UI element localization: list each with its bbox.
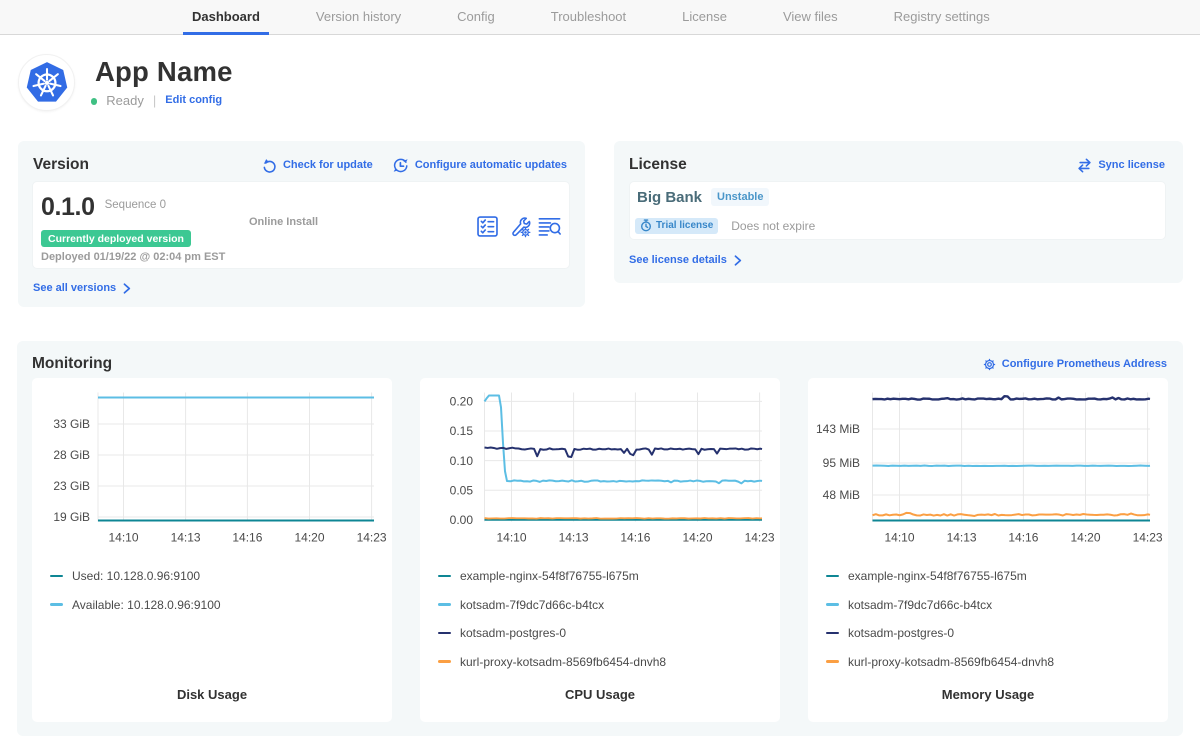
svg-text:14:13: 14:13 (171, 531, 201, 545)
svg-text:14:10: 14:10 (108, 531, 138, 545)
svg-text:143 MiB: 143 MiB (816, 422, 860, 436)
svg-text:14:20: 14:20 (1070, 531, 1100, 545)
svg-text:14:13: 14:13 (559, 531, 589, 545)
svg-text:19 GiB: 19 GiB (53, 510, 90, 524)
svg-text:33 GiB: 33 GiB (53, 417, 90, 431)
svg-text:14:16: 14:16 (620, 531, 650, 545)
svg-text:28 GiB: 28 GiB (53, 448, 90, 462)
svg-text:0.10: 0.10 (450, 454, 474, 468)
svg-text:0.20: 0.20 (450, 395, 474, 409)
svg-text:14:16: 14:16 (232, 531, 262, 545)
svg-text:23 GiB: 23 GiB (53, 479, 90, 493)
svg-text:14:10: 14:10 (884, 531, 914, 545)
svg-text:0.05: 0.05 (450, 483, 474, 497)
svg-text:14:23: 14:23 (745, 531, 775, 545)
svg-text:14:20: 14:20 (294, 531, 324, 545)
svg-text:0.00: 0.00 (450, 513, 474, 527)
svg-text:14:10: 14:10 (496, 531, 526, 545)
svg-text:14:20: 14:20 (682, 531, 712, 545)
svg-text:48 MiB: 48 MiB (823, 488, 860, 502)
svg-text:95 MiB: 95 MiB (823, 456, 860, 470)
svg-text:14:13: 14:13 (947, 531, 977, 545)
svg-text:0.15: 0.15 (450, 424, 474, 438)
svg-text:14:23: 14:23 (357, 531, 387, 545)
svg-text:14:23: 14:23 (1133, 531, 1163, 545)
svg-text:14:16: 14:16 (1008, 531, 1038, 545)
